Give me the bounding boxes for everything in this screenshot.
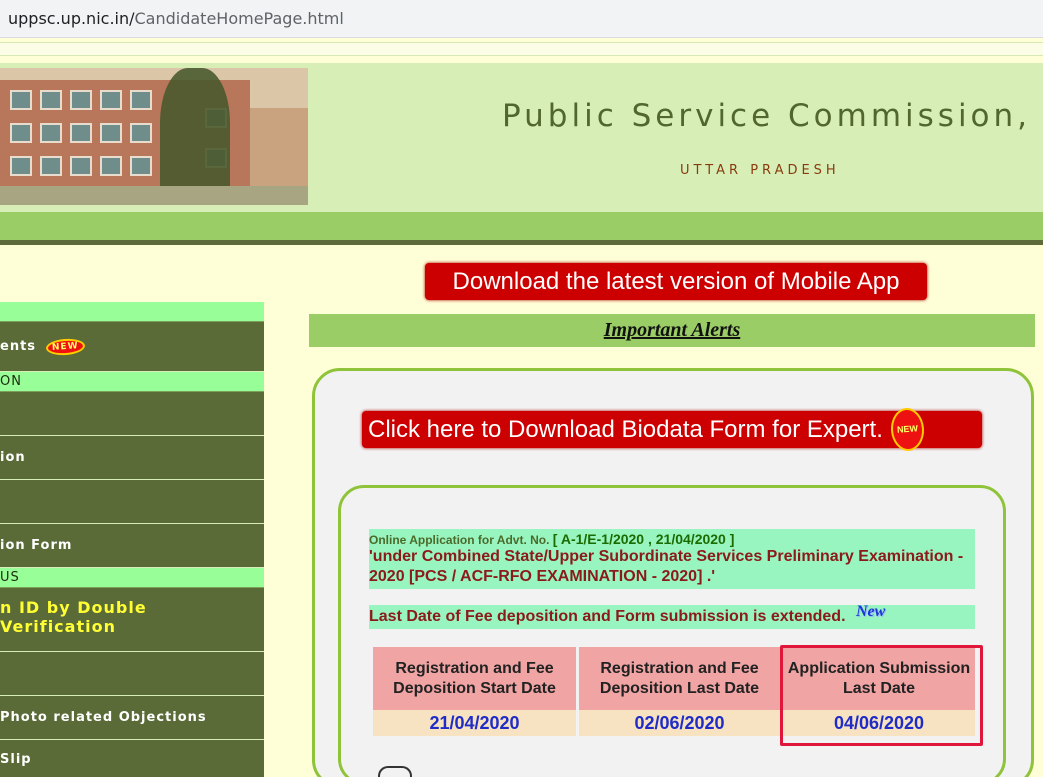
advt-notice[interactable]: Online Application for Advt. No. [ A-1/E… [369,529,975,589]
nav-section-header: US [0,568,264,588]
browser-address-bar[interactable]: uppsc.up.nic.in/CandidateHomePage.html [0,0,1043,38]
advt-description: 'under Combined State/Upper Subordinate … [369,548,964,585]
nav-item-announcements[interactable]: ents NEW [0,322,264,372]
extension-notice[interactable]: Last Date of Fee deposition and Form sub… [369,603,975,629]
biodata-download-button[interactable]: Click here to Download Biodata Form for … [362,406,982,453]
col-header-start-date: Registration and Fee Deposition Start Da… [373,647,576,710]
nav-item-application-form[interactable]: ion Form [0,524,264,568]
mobile-app-download-button[interactable]: Download the latest version of Mobile Ap… [425,263,927,300]
site-header: Public Service Commission, UTTAR PRADESH [0,63,1043,213]
start-date-value: 21/04/2020 [373,710,576,736]
fee-last-date-value: 02/06/2020 [579,710,780,736]
nav-item-application[interactable]: ion [0,436,264,480]
nav-item-slip[interactable]: Slip [0,740,264,777]
url-host: uppsc.up.nic.in/ [8,9,135,28]
advt-number: [ A-1/E-1/2020 , 21/04/2020 ] [552,531,735,547]
nav-item-blank-3[interactable] [0,652,264,696]
advt-prefix: Online Application for Advt. No. [369,533,550,547]
nav-item-photo-objections[interactable]: Photo related Objections [0,696,264,740]
top-divider [0,42,1043,56]
nav-item-double-verification[interactable]: n ID by Double Verification [0,588,264,652]
col-header-fee-last-date: Registration and Fee Deposition Last Dat… [579,647,780,710]
important-alerts-bar: Important Alerts [309,314,1035,347]
biodata-label: Click here to Download Biodata Form for … [368,416,883,443]
nav-item-blank-1[interactable] [0,392,264,436]
new-badge-icon: NEW [45,337,86,356]
new-badge-icon: NEW [889,406,926,453]
pointing-hand-icon [378,766,412,777]
extension-text: Last Date of Fee deposition and Form sub… [369,608,846,625]
building-photo [0,68,308,205]
url-text[interactable]: uppsc.up.nic.in/CandidateHomePage.html [8,9,344,28]
site-subtitle: UTTAR PRADESH [680,163,840,178]
header-dark-bar [0,240,1043,245]
important-alerts-link[interactable]: Important Alerts [604,319,741,341]
nav-section-header: ON [0,372,264,392]
nav-item-label: ents [0,339,37,354]
nav-item-blank-2[interactable] [0,480,264,524]
url-path: CandidateHomePage.html [134,9,344,28]
header-green-bar [0,212,1043,240]
site-title: Public Service Commission, [502,98,1032,134]
advt-line: Online Application for Advt. No. [ A-1/E… [369,531,975,547]
nav-section-header [0,302,264,322]
highlight-annotation-box [780,645,983,746]
left-nav: ents NEW ON ion ion Form US n ID by Doub… [0,302,264,777]
new-animated-icon: New [855,603,886,620]
